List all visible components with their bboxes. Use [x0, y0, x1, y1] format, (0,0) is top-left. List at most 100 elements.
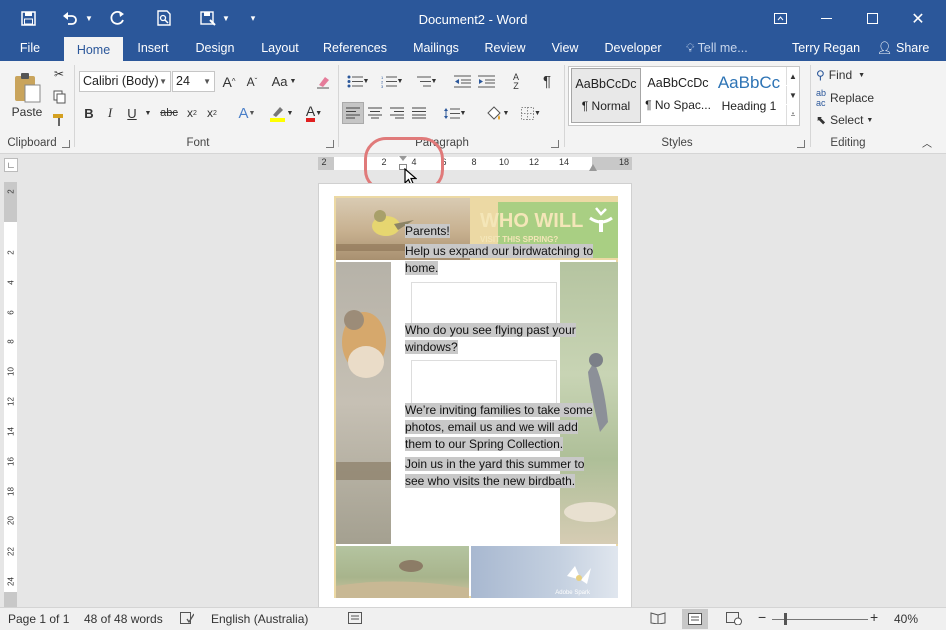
- align-center-icon[interactable]: [364, 102, 386, 124]
- paragraph-3-text: Who do you see flying past your windows?: [405, 323, 576, 354]
- multilevel-list-icon[interactable]: ▼: [411, 71, 441, 92]
- font-size-combo[interactable]: 24 ▼: [172, 71, 215, 92]
- vruler-margin-bottom: [4, 592, 17, 607]
- style-heading-1[interactable]: AaBbCc Heading 1: [715, 68, 783, 123]
- proofing-icon[interactable]: [180, 612, 195, 627]
- collapse-ribbon-icon[interactable]: ︿: [918, 135, 936, 150]
- italic-icon[interactable]: I: [101, 102, 119, 124]
- style-heading-1-preview: AaBbCc: [717, 73, 781, 92]
- read-mode-icon[interactable]: [650, 612, 666, 627]
- paragraph-launcher-icon[interactable]: [551, 140, 559, 148]
- numbering-icon[interactable]: 1 2 3 ▼: [377, 71, 407, 92]
- cut-icon[interactable]: ✂: [48, 65, 70, 83]
- text-effects-icon[interactable]: A ▼: [233, 102, 261, 124]
- word-count[interactable]: 48 of 48 words: [84, 612, 163, 626]
- styles-more-icon[interactable]: ⩡: [786, 105, 799, 125]
- web-layout-icon[interactable]: [726, 612, 742, 628]
- font-color-icon[interactable]: A ▼: [299, 102, 329, 124]
- search-icon: ⚲: [816, 68, 825, 82]
- tab-insert[interactable]: Insert: [130, 37, 176, 61]
- show-marks-icon[interactable]: ¶: [536, 71, 558, 92]
- font-family-combo[interactable]: Calibri (Body) ▼: [79, 71, 171, 92]
- decrease-indent-icon[interactable]: [451, 71, 473, 92]
- share-button[interactable]: 👤︎ Share: [868, 37, 938, 61]
- underline-dropdown-icon[interactable]: ▼: [142, 102, 154, 124]
- grow-font-icon[interactable]: A ^: [219, 71, 239, 92]
- tab-design[interactable]: Design: [190, 37, 240, 61]
- ruler-tick-label: 2: [6, 250, 16, 255]
- ruler-tick-label: 18: [6, 487, 16, 496]
- zoom-in-icon[interactable]: +: [870, 609, 878, 625]
- change-case-icon[interactable]: Aa ▼: [269, 71, 299, 92]
- bold-icon[interactable]: B: [80, 102, 98, 124]
- close-icon[interactable]: ✕: [895, 0, 941, 37]
- tab-mailings[interactable]: Mailings: [404, 37, 468, 61]
- maximize-icon[interactable]: [849, 0, 895, 37]
- zoom-slider-thumb[interactable]: [784, 613, 787, 625]
- zoom-out-icon[interactable]: −: [758, 609, 766, 625]
- tab-view[interactable]: View: [544, 37, 586, 61]
- ruler-tick-label: 10: [498, 157, 510, 167]
- font-launcher-icon[interactable]: [326, 140, 334, 148]
- tab-references[interactable]: References: [320, 37, 390, 61]
- language-indicator[interactable]: English (Australia): [211, 612, 308, 626]
- copy-icon[interactable]: [48, 88, 70, 106]
- right-indent-marker[interactable]: [589, 164, 597, 171]
- format-painter-icon[interactable]: [48, 111, 70, 129]
- ribbon-display-options-icon[interactable]: [757, 0, 803, 37]
- print-layout-button[interactable]: [682, 609, 708, 629]
- group-divider: [810, 65, 811, 147]
- paragraph-4[interactable]: We’re inviting families to take some pho…: [405, 402, 597, 453]
- style-no-spacing[interactable]: AaBbCcDc ¶ No Spac...: [643, 68, 713, 123]
- zoom-level[interactable]: 40%: [894, 612, 918, 626]
- tab-layout[interactable]: Layout: [254, 37, 306, 61]
- paste-button[interactable]: Paste: [8, 65, 46, 125]
- vertical-ruler[interactable]: 2 2 4 6 8 10 12 14 16 18 20 22 24: [4, 182, 17, 607]
- replace-button[interactable]: ab ac Replace: [816, 88, 886, 108]
- subscript-icon[interactable]: x2: [183, 102, 201, 124]
- highlight-color-icon[interactable]: ▼: [266, 102, 296, 124]
- tell-me-box[interactable]: 💡︎ Tell me...: [686, 37, 762, 61]
- shrink-font-icon[interactable]: Aˇ: [242, 71, 262, 92]
- tab-file[interactable]: File: [10, 37, 50, 61]
- superscript-icon[interactable]: x2: [203, 102, 221, 124]
- font-size-value: 24: [176, 74, 190, 88]
- clipboard-launcher-icon[interactable]: [62, 140, 70, 148]
- tab-review[interactable]: Review: [480, 37, 530, 61]
- paragraph-1[interactable]: Parents!: [405, 223, 595, 240]
- user-name[interactable]: Terry Regan: [788, 37, 864, 61]
- paragraph-2[interactable]: Help us expand our birdwatching to home.: [405, 243, 595, 277]
- increase-indent-icon[interactable]: [475, 71, 497, 92]
- bullets-icon[interactable]: ▼: [343, 71, 373, 92]
- align-right-icon[interactable]: [386, 102, 408, 124]
- sort-icon[interactable]: AZ: [505, 71, 527, 92]
- ruler-tick-label: 6: [6, 310, 16, 315]
- justify-icon[interactable]: [408, 102, 430, 124]
- shading-icon[interactable]: ▼: [481, 102, 513, 124]
- style-normal[interactable]: AaBbCcDc ¶ Normal: [571, 68, 641, 123]
- ruler-tick-label: 8: [6, 339, 16, 344]
- align-left-icon[interactable]: [342, 102, 364, 124]
- underline-icon[interactable]: U: [123, 102, 141, 124]
- tab-selector-icon[interactable]: ∟: [4, 158, 18, 172]
- paragraph-5[interactable]: Join us in the yard this summer to see w…: [405, 456, 589, 490]
- macro-recording-icon[interactable]: [348, 612, 362, 627]
- tab-developer[interactable]: Developer: [600, 37, 666, 61]
- line-spacing-icon[interactable]: ▼: [440, 102, 470, 124]
- tab-home[interactable]: Home: [64, 37, 123, 61]
- paragraph-3[interactable]: Who do you see flying past your windows?: [405, 322, 585, 356]
- document-page[interactable]: WHO WILL VISIT THIS SPRING? Adobe Spark …: [318, 183, 632, 608]
- styles-launcher-icon[interactable]: [797, 140, 805, 148]
- clear-formatting-icon[interactable]: [312, 71, 334, 92]
- strikethrough-icon[interactable]: abc: [158, 102, 180, 124]
- find-button[interactable]: ⚲ Find ▼: [816, 66, 880, 84]
- ribbon-tabs: File Home Insert Design Layout Reference…: [0, 37, 946, 61]
- styles-scroll-down-icon[interactable]: ▼: [786, 86, 799, 104]
- ribbon-home: Paste ✂ Clipboard Calibri (Body) ▼ 24 ▼ A ^…: [0, 61, 946, 154]
- paragraph-5-text: Join us in the yard this summer to see w…: [405, 457, 585, 488]
- borders-icon[interactable]: ▼: [516, 102, 546, 124]
- styles-scroll-up-icon[interactable]: ▲: [786, 67, 799, 85]
- minimize-icon[interactable]: [803, 0, 849, 37]
- select-button[interactable]: ⬉ Select ▼: [816, 111, 882, 129]
- page-count[interactable]: Page 1 of 1: [8, 612, 69, 626]
